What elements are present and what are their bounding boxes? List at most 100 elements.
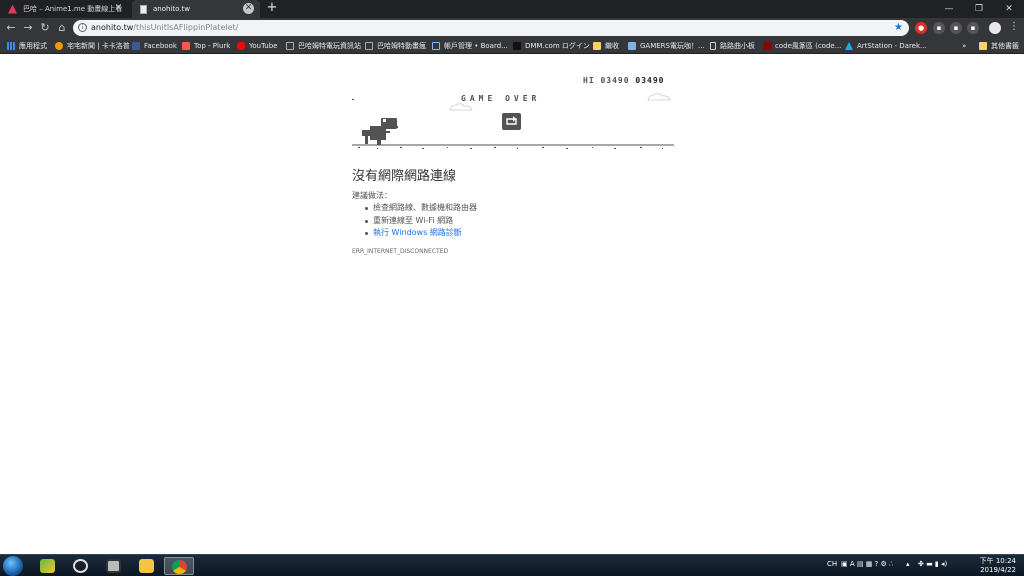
tab-anime1[interactable]: 巴哈 – Anime1.me 動畫線上看 ✕ [0,0,130,18]
taskbar-app[interactable] [132,557,162,575]
url-host: anohito.tw [91,23,134,32]
tab-close-icon[interactable]: ✕ [243,3,254,14]
youtube-icon [237,42,245,50]
folder-icon [593,42,601,50]
maximize-button[interactable]: ❐ [964,0,994,18]
taskbar-app[interactable] [33,557,63,575]
new-tab-button[interactable]: + [265,1,279,15]
bookmark-dmm[interactable]: DMM.com ログイン [513,40,590,52]
input-language-indicator[interactable]: CH [827,560,837,568]
forward-icon[interactable]: → [21,21,35,35]
current-score: 03490 [635,76,665,85]
system-tray-icons[interactable]: ▣ A ▤ ▦ ? ⚙ ∴ [841,560,901,568]
bookmark-label: code風篆區 (code... [775,42,842,50]
bookmark-gamme[interactable]: 宅宅新聞 | 卡卡洛普 [55,40,130,52]
clock-date: 2019/4/22 [980,566,1016,574]
apps-grid-icon [7,42,15,50]
bookmark-board[interactable]: 帳戶管理 • Board... [432,40,508,52]
bookmark-facebook[interactable]: Facebook [132,40,177,52]
artstation-icon [845,42,853,50]
close-window-button[interactable]: ✕ [994,0,1024,18]
network-volume-icons[interactable]: ✤ ▬ ▮ ◂) [918,560,964,568]
score-display: HI 03490 03490 [583,76,664,85]
suggestion-list: 檢查網路線、數據機和路由器 重新連線至 Wi-Fi 網路 執行 Windows … [365,202,477,240]
bookmark-gamers[interactable]: GAMERS電玩咖！... [628,40,705,52]
extension-icon[interactable]: ▪ [950,22,962,34]
dmm-icon [513,42,521,50]
bookmark-label: 帳戶管理 • Board... [444,42,508,50]
camera-icon [106,559,121,573]
tab-anohito[interactable]: anohito.tw ✕ [132,0,260,18]
taskbar-app[interactable] [99,557,129,575]
taskbar: CH ▣ A ▤ ▦ ? ⚙ ∴ ▴ ✤ ▬ ▮ ◂) 下午 10:24 201… [0,554,1024,576]
back-icon[interactable]: ← [4,21,18,35]
menu-kebab-icon[interactable]: ⋮ [1009,21,1019,32]
bookmark-label: 宅宅新聞 | 卡卡洛普 [67,42,130,50]
tab-title: anohito.tw [153,5,190,13]
bookmark-label: ArtStation - Darek... [857,42,927,50]
hi-score: 03490 [600,76,630,85]
minimize-button[interactable]: — [934,0,964,18]
restart-button[interactable] [502,113,521,130]
clock-time: 下午 10:24 [979,557,1016,565]
bahamut-icon [365,42,373,50]
bookmark-youtube[interactable]: YouTube [237,40,277,52]
file-explorer-icon [139,559,154,573]
bookmark-bahamut-anime[interactable]: 巴哈姆特動畫瘋 [365,40,426,52]
hi-label: HI [583,76,595,85]
bookmark-artstation[interactable]: ArtStation - Darek... [845,40,927,52]
browser-toolbar: ← → ↻ ⌂ i anohito.tw/thisUnitIsAFlippinP… [0,18,1024,38]
bookmarks-bar: 應用程式 宅宅新聞 | 卡卡洛普 Facebook Top - Plurk Yo… [0,38,1024,54]
taskbar-clock[interactable]: 下午 10:24 2019/4/22 [966,557,1016,575]
bookmark-label: 其他書籤 [991,42,1019,50]
folder-icon [979,42,987,50]
plurk-icon [182,42,190,50]
home-icon[interactable]: ⌂ [55,21,69,35]
bookmark-label: 巴哈姆特電玩資訊站 [298,42,361,50]
bookmark-apps[interactable]: 應用程式 [7,40,47,52]
suggestion-label: 建議做法： [352,191,392,200]
page-title: 沒有網際網路連線 [352,169,457,184]
bookmark-code[interactable]: code風篆區 (code... [763,40,841,52]
cloud-icon [647,93,671,101]
reload-icon[interactable]: ↻ [38,21,52,35]
list-item: 重新連線至 Wi-Fi 網路 [365,215,477,228]
bookmark-folder[interactable]: 繼收 [593,40,619,52]
restart-icon [506,116,517,125]
adblock-extension-icon[interactable]: ● [915,22,927,34]
dinosaur-icon [362,118,398,145]
bookmark-star-icon[interactable]: ★ [894,20,903,36]
bookmark-plurk[interactable]: Top - Plurk [182,40,230,52]
chrome-icon [172,560,187,574]
site-info-icon[interactable]: i [78,23,87,32]
gamme-icon [55,42,63,50]
tab-close-icon[interactable]: ✕ [113,3,124,14]
maps-app-icon [40,559,55,573]
taskbar-app[interactable] [66,557,96,575]
facebook-icon [132,42,140,50]
bookmark-page[interactable]: 路路曲小板 [710,40,755,52]
code-icon [763,42,771,50]
bookmark-label: 應用程式 [19,42,47,50]
bookmark-label: Facebook [144,42,177,50]
tab-strip: 巴哈 – Anime1.me 動畫線上看 ✕ anohito.tw ✕ + — … [0,0,1024,18]
extension-icon[interactable]: ▪ [933,22,945,34]
address-bar[interactable]: i anohito.tw/thisUnitIsAFlippinPlatelet/… [73,20,909,36]
extension-icon[interactable]: ▪ [967,22,979,34]
bookmark-label: 繼收 [605,42,619,50]
bookmark-label: 巴哈姆特動畫瘋 [377,42,426,50]
profile-avatar-icon[interactable] [989,22,1001,34]
tray-overflow-icon[interactable]: ▴ [906,560,910,568]
bookmark-bahamut-gnn[interactable]: 巴哈姆特電玩資訊站 [286,40,361,52]
bookmarks-overflow-button[interactable]: » [962,40,966,52]
error-code: ERR_INTERNET_DISCONNECTED [352,248,449,255]
start-button[interactable] [3,556,23,576]
anime1-favicon-icon [8,4,17,14]
bookmark-label: 路路曲小板 [720,42,755,50]
taskbar-app-chrome[interactable] [164,557,194,575]
run-diagnostics-link[interactable]: 執行 Windows 網路診斷 [365,227,477,240]
other-bookmarks[interactable]: 其他書籤 [979,40,1019,52]
bookmark-label: Top - Plurk [194,42,231,50]
bookmark-label: DMM.com ログイン [525,42,590,50]
list-item: 檢查網路線、數據機和路由器 [365,202,477,215]
